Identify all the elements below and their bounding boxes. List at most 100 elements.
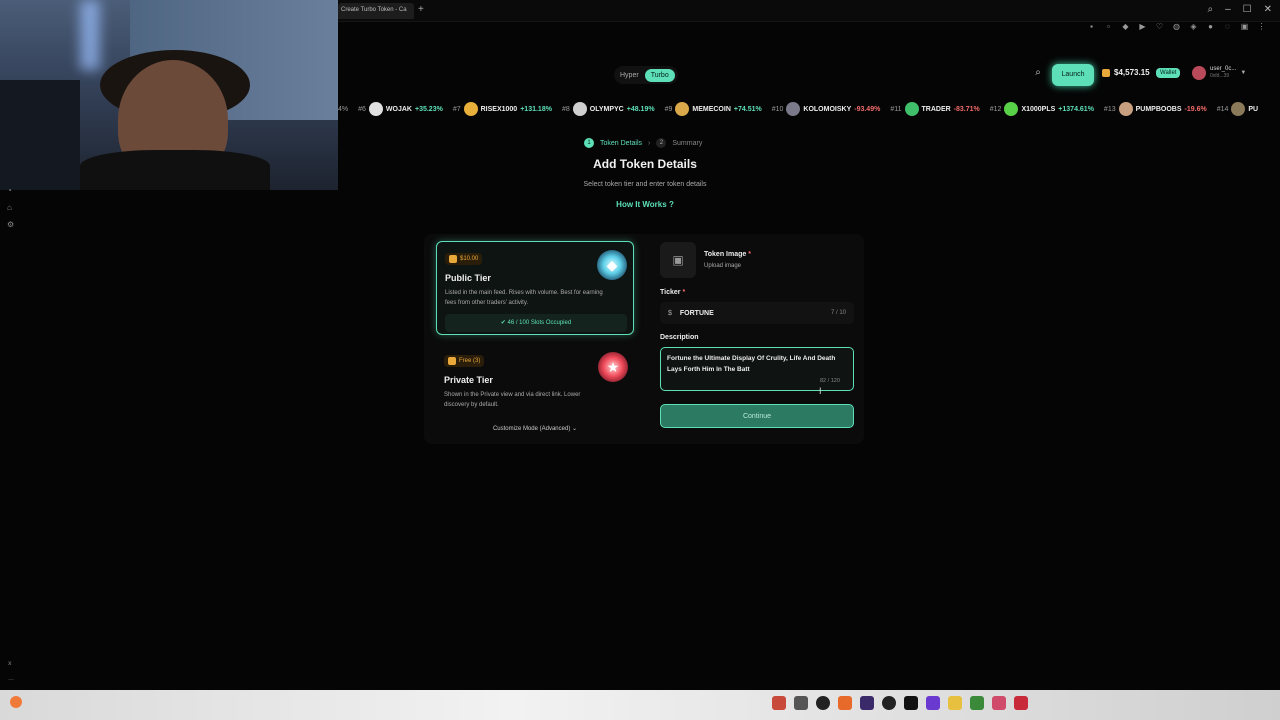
customize-mode-toggle[interactable]: Customize Mode (Advanced) ⌄ — [480, 425, 590, 432]
tier-description: Listed in the main feed. Rises with volu… — [445, 290, 603, 306]
upload-image-link[interactable]: Upload image — [704, 263, 741, 269]
ticker-change: +74.51% — [733, 105, 762, 113]
ticker-item[interactable]: #6 WOJAK +35.23% — [358, 102, 443, 116]
slots-badge: ✔ 46 / 100 Slots Occupied — [445, 314, 627, 332]
diamond-icon: ◆ — [597, 250, 627, 280]
new-tab-button[interactable]: + — [418, 4, 424, 15]
app-icon[interactable] — [794, 696, 808, 710]
ticker-item[interactable]: 4% — [338, 106, 348, 113]
extension-icon[interactable]: ▪ — [1087, 22, 1096, 31]
close-icon[interactable]: ✕ — [1264, 4, 1272, 15]
mode-option-turbo[interactable]: Turbo — [644, 68, 675, 82]
step-number: 2 — [656, 138, 667, 148]
user-name: user_0c... — [1210, 66, 1237, 72]
ticker-item[interactable]: #13 PUMPBOOBS -19.6% — [1104, 102, 1207, 116]
gear-icon[interactable]: ⚙ — [7, 220, 14, 229]
stepper: 1 Token Details › 2 Summary — [584, 138, 702, 148]
how-it-works-link[interactable]: How It Works ? — [600, 200, 690, 209]
extension-icon[interactable]: ▣ — [1240, 22, 1249, 31]
webcam-desk — [0, 80, 80, 190]
extension-icon[interactable]: ● — [1206, 22, 1215, 31]
user-menu[interactable]: user_0c... 0xfd...39 ▼ — [1192, 66, 1246, 80]
minimize-icon[interactable]: – — [1225, 4, 1231, 15]
ticker-rank: #11 — [890, 105, 902, 113]
mode-toggle: Hyper Turbo — [614, 66, 678, 84]
shield-icon[interactable]: ◆ — [1121, 22, 1130, 31]
wallet-button[interactable]: Wallet — [1156, 68, 1181, 78]
continue-button[interactable]: Continue — [660, 404, 854, 428]
ticker-change: -93.49% — [854, 105, 881, 113]
launch-button[interactable]: Launch — [1052, 64, 1094, 86]
step-label-token-details[interactable]: Token Details — [600, 140, 642, 147]
more-icon[interactable]: … — [8, 676, 14, 682]
app-icon[interactable] — [992, 696, 1006, 710]
ticker-item[interactable]: #9 MEMECOIN +74.51% — [665, 102, 762, 116]
token-logo-icon — [1004, 102, 1019, 116]
mode-option-hyper[interactable]: Hyper — [614, 69, 645, 82]
browser-tab[interactable]: Create Turbo Token - Ca — [338, 3, 414, 19]
left-rail: ◔ ⌂ ⚙ — [7, 186, 14, 229]
home-icon[interactable]: ⌂ — [7, 203, 14, 212]
required-mark: * — [748, 251, 751, 258]
extension-toolbar: ▪ ▫ ◆ ▶ ♡ ◍ ◈ ● ◌ ▣ ⋮ — [1087, 22, 1266, 31]
tier-card-private[interactable]: Free (3) Private Tier Shown in the Priva… — [436, 344, 634, 410]
app-icon[interactable] — [882, 696, 896, 710]
app-icon[interactable] — [926, 696, 940, 710]
coin-icon — [449, 255, 457, 263]
app-icon[interactable] — [970, 696, 984, 710]
check-circle-icon: ✔ — [500, 320, 506, 326]
start-icon[interactable] — [10, 696, 22, 708]
history-icon[interactable]: ◔ — [7, 186, 14, 195]
ticker-change: +131.18% — [520, 105, 552, 113]
ticker-name: TRADER — [921, 105, 951, 113]
ticker-item[interactable]: #12 X1000PLS +1374.61% — [990, 102, 1094, 116]
step-label-summary[interactable]: Summary — [672, 140, 702, 147]
ticker-char-count: 7 / 10 — [830, 310, 846, 316]
ticker-rank: 4% — [338, 105, 349, 113]
ticker-name: MEMECOIN — [692, 105, 731, 113]
app-icon[interactable] — [772, 696, 786, 710]
image-icon: ▣ — [672, 253, 684, 267]
description-textarea[interactable]: Fortune the Ultimate Display Of Crulity,… — [660, 347, 854, 391]
ticker-item[interactable]: #14 PUMPBOOBS — [1217, 102, 1258, 116]
left-rail-bottom-icon[interactable]: ⅹ — [8, 660, 12, 667]
search-icon[interactable]: ⌕ — [1207, 4, 1213, 15]
maximize-icon[interactable]: ☐ — [1243, 4, 1252, 15]
extension-icon[interactable]: ◌ — [1223, 22, 1232, 31]
page-title: Add Token Details — [593, 157, 697, 171]
search-icon[interactable]: ⌕ — [1030, 67, 1046, 83]
ticker-input[interactable]: $ FORTUNE 7 / 10 — [660, 302, 854, 324]
token-logo-icon — [904, 102, 919, 116]
extension-icon[interactable]: ◍ — [1172, 22, 1181, 31]
window-controls: ⌕ – ☐ ✕ — [1207, 4, 1272, 15]
token-logo-icon — [1231, 102, 1246, 116]
ticker-item[interactable]: #10 KOLOMOISKY -93.49% — [771, 102, 881, 116]
avatar — [1192, 66, 1206, 80]
ticker-name: X1000PLS — [1021, 105, 1056, 113]
extension-icon[interactable]: ⋮ — [1257, 22, 1266, 31]
app-root: Create Turbo Token - Ca + ⌕ – ☐ ✕ ▪ ▫ ◆ … — [0, 0, 1280, 720]
token-logo-icon — [572, 102, 587, 116]
coin-icon — [448, 357, 456, 365]
ticker-item[interactable]: #11 TRADER -83.71% — [890, 102, 980, 116]
token-image-text: Token Image — [704, 251, 747, 258]
ticker-rank: #13 — [1103, 105, 1116, 113]
tier-card-public[interactable]: $10.00 Public Tier Listed in the main fe… — [436, 241, 634, 335]
folder-icon[interactable] — [948, 696, 962, 710]
ticker-value[interactable]: FORTUNE — [680, 310, 831, 317]
ticker-item[interactable]: #7 RISEX1000 +131.18% — [453, 102, 552, 116]
app-icon[interactable] — [816, 696, 830, 710]
help-circle-icon: ? — [668, 200, 674, 209]
ticker-rank: #10 — [771, 105, 784, 113]
app-icon[interactable] — [838, 696, 852, 710]
ticker-item[interactable]: #8 OLYMPYC +48.19% — [562, 102, 655, 116]
heart-icon[interactable]: ♡ — [1155, 22, 1164, 31]
play-icon[interactable]: ▶ — [1138, 22, 1147, 31]
image-upload-button[interactable]: ▣ — [660, 242, 696, 278]
app-icon[interactable] — [904, 696, 918, 710]
app-icon[interactable] — [1014, 696, 1028, 710]
extension-icon[interactable]: ◈ — [1189, 22, 1198, 31]
chevron-down-icon: ⌄ — [572, 426, 578, 432]
app-icon[interactable] — [860, 696, 874, 710]
extension-icon[interactable]: ▫ — [1104, 22, 1113, 31]
